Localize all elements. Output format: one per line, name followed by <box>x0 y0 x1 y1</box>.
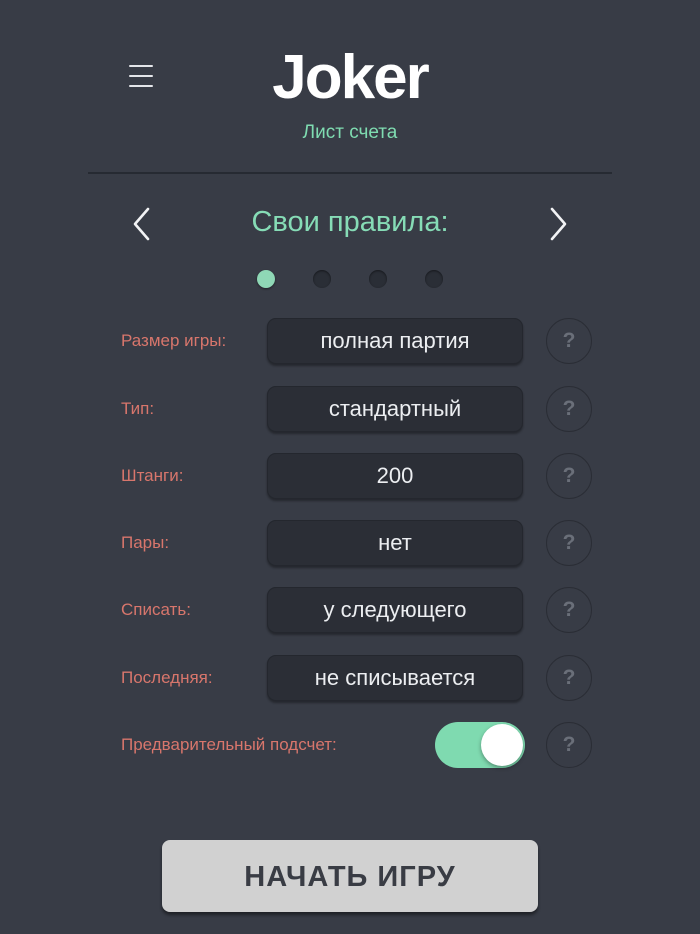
type-label: Тип: <box>121 399 155 418</box>
penalty-help-button[interactable]: ? <box>546 453 592 499</box>
score-sheet-setup-screen: Joker Лист счета Свои правила: Размер иг… <box>0 0 700 934</box>
type-help-button[interactable]: ? <box>546 386 592 432</box>
page-dot-3[interactable] <box>369 270 387 288</box>
setting-row-pairs: Пары: нет ? <box>0 520 700 566</box>
type-selector[interactable]: стандартный <box>267 386 523 432</box>
game-size-help-button[interactable]: ? <box>546 318 592 364</box>
page-dot-2[interactable] <box>313 270 331 288</box>
start-game-button[interactable]: НАЧАТЬ ИГРУ <box>162 840 538 912</box>
setting-row-pre-count: Предварительный подсчет: ? <box>0 722 700 768</box>
setting-row-game-size: Размер игры: полная партия ? <box>0 318 700 364</box>
last-selector[interactable]: не списывается <box>267 655 523 701</box>
write-off-help-button[interactable]: ? <box>546 587 592 633</box>
app-subtitle: Лист счета <box>302 122 398 143</box>
page-dot-1[interactable] <box>257 270 275 288</box>
chevron-right-icon[interactable] <box>542 206 572 242</box>
pre-count-toggle[interactable] <box>435 722 525 768</box>
setting-row-last: Последняя: не списывается ? <box>0 655 700 701</box>
ruleset-title: Свои правила: <box>251 206 449 238</box>
page-indicator <box>0 270 700 290</box>
pre-count-label: Предварительный подсчет: <box>121 735 337 754</box>
pairs-label: Пары: <box>121 533 170 552</box>
last-help-button[interactable]: ? <box>546 655 592 701</box>
penalty-label: Штанги: <box>121 466 184 485</box>
pairs-help-button[interactable]: ? <box>546 520 592 566</box>
game-size-label: Размер игры: <box>121 331 227 350</box>
write-off-label: Списать: <box>121 600 191 619</box>
pairs-selector[interactable]: нет <box>267 520 523 566</box>
setting-row-type: Тип: стандартный ? <box>0 386 700 432</box>
game-size-selector[interactable]: полная партия <box>267 318 523 364</box>
app-title: Joker <box>272 43 429 112</box>
penalty-selector[interactable]: 200 <box>267 453 523 499</box>
toggle-knob <box>481 724 523 766</box>
write-off-selector[interactable]: у следующего <box>267 587 523 633</box>
page-dot-4[interactable] <box>425 270 443 288</box>
header-divider <box>88 172 612 174</box>
last-label: Последняя: <box>121 668 213 687</box>
setting-row-write-off: Списать: у следующего ? <box>0 587 700 633</box>
pre-count-help-button[interactable]: ? <box>546 722 592 768</box>
setting-row-penalty: Штанги: 200 ? <box>0 453 700 499</box>
